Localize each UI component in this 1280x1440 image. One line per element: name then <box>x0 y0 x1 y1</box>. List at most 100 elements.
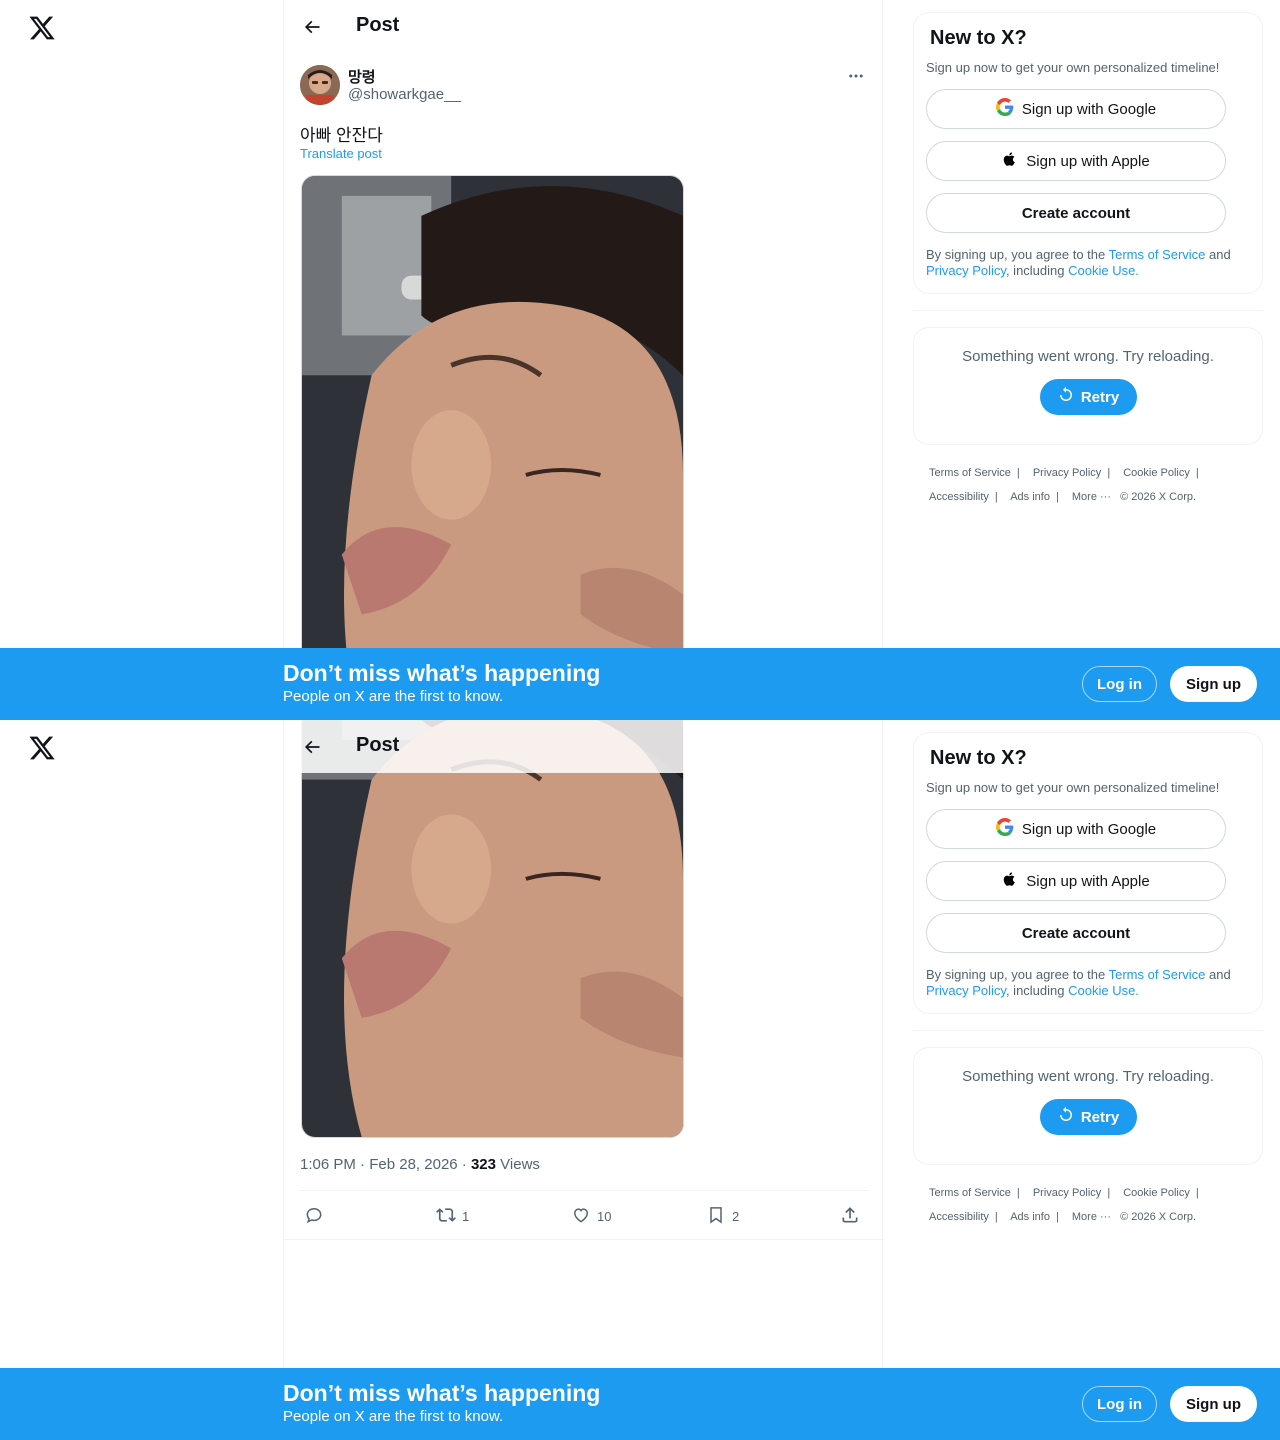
footer-privacy-link[interactable]: Privacy Policy <box>1033 467 1101 479</box>
repost-button[interactable]: 1 <box>436 1204 469 1228</box>
signup-apple-button[interactable]: Sign up with Apple <box>926 141 1226 181</box>
legal-including: , including <box>1005 983 1069 998</box>
page-title: Post <box>356 734 400 756</box>
reply-icon <box>304 1205 324 1228</box>
post-text: 아빠 안잔다 <box>300 126 383 145</box>
share-icon <box>840 1205 860 1228</box>
x-logo-icon[interactable] <box>28 734 56 762</box>
cookie-link[interactable]: Cookie Use. <box>1068 983 1139 998</box>
repost-icon <box>436 1205 456 1228</box>
post-column: Post 1:06 PM · Feb 28, 2026 · 323 Views … <box>283 720 884 1440</box>
cookie-link[interactable]: Cookie Use. <box>1068 263 1139 278</box>
post-bottom-divider <box>284 1239 884 1240</box>
create-account-button[interactable]: Create account <box>926 913 1226 953</box>
footer-privacy-link[interactable]: Privacy Policy <box>1033 1187 1101 1199</box>
bookmark-button[interactable]: 2 <box>706 1204 739 1228</box>
footer-cookie-link[interactable]: Cookie Policy <box>1123 1187 1190 1199</box>
legal-and: and <box>1205 967 1231 982</box>
signup-google-label: Sign up with Google <box>1021 100 1157 118</box>
signup-apple-label: Sign up with Apple <box>1026 872 1150 890</box>
bookmark-count: 2 <box>732 1208 740 1224</box>
bookmark-icon <box>706 1205 726 1228</box>
bottom-banner: Don’t miss what’s happening People on X … <box>0 648 1280 720</box>
apple-icon <box>1002 150 1018 172</box>
heart-icon <box>571 1205 591 1228</box>
error-message: Something went wrong. Try reloading. <box>962 1068 1214 1085</box>
login-button[interactable]: Log in <box>1082 1386 1157 1422</box>
signup-card: New to X? Sign up now to get your own pe… <box>913 732 1263 1014</box>
footer-accessibility-link[interactable]: Accessibility <box>929 491 989 503</box>
legal-prefix: By signing up, you agree to the <box>926 967 1109 982</box>
signup-card-title: New to X? <box>930 27 1027 49</box>
post-media-image[interactable] <box>301 720 684 1138</box>
translate-post-link[interactable]: Translate post <box>300 146 382 161</box>
banner-title: Don’t miss what’s happening <box>283 660 601 686</box>
views-count: 323 <box>470 1156 496 1173</box>
signup-google-button[interactable]: Sign up with Google <box>926 809 1226 849</box>
footer-accessibility-link[interactable]: Accessibility <box>929 1211 989 1223</box>
privacy-link[interactable]: Privacy Policy <box>926 983 1006 998</box>
banner-title: Don’t miss what’s happening <box>283 1380 601 1406</box>
google-icon <box>995 818 1014 840</box>
banner-subtitle: People on X are the first to know. <box>283 688 504 705</box>
x-logo-icon[interactable] <box>28 14 56 42</box>
footer-terms-link[interactable]: Terms of Service <box>929 467 1011 479</box>
author-handle[interactable]: @showarkgae__ <box>348 86 461 103</box>
create-account-button[interactable]: Create account <box>926 193 1226 233</box>
back-arrow-icon[interactable] <box>300 735 324 759</box>
retry-label: Retry <box>1080 1108 1120 1126</box>
retry-button[interactable]: Retry <box>1039 1099 1137 1135</box>
more-options-icon[interactable] <box>844 64 868 88</box>
footer-more-link[interactable]: More ··· <box>1072 1211 1111 1223</box>
like-button[interactable]: 10 <box>571 1204 611 1228</box>
signup-legal-text: By signing up, you agree to the Terms of… <box>926 247 1250 279</box>
signup-card-subtitle: Sign up now to get your own personalized… <box>926 780 1220 795</box>
signup-card: New to X? Sign up now to get your own pe… <box>913 12 1263 294</box>
post-date[interactable]: Feb 28, 2026 <box>369 1156 457 1173</box>
back-arrow-icon[interactable] <box>300 15 324 39</box>
terms-link[interactable]: Terms of Service <box>1109 967 1206 982</box>
banner-subtitle: People on X are the first to know. <box>283 1408 504 1425</box>
sidebar-footer: Terms of Service | Privacy Policy | Cookie… <box>929 467 1199 503</box>
post-timestamp: 1:06 PM · Feb 28, 2026 · 323 Views <box>300 1156 540 1173</box>
separator-dot: · <box>461 1156 467 1173</box>
post-author: 망령 @showarkgae__ <box>300 64 868 108</box>
retry-label: Retry <box>1080 388 1120 406</box>
views-label: Views <box>500 1156 540 1173</box>
signup-button[interactable]: Sign up <box>1170 666 1257 702</box>
refresh-icon <box>1057 1106 1075 1128</box>
post-time[interactable]: 1:06 PM <box>300 1156 356 1173</box>
viewport-scrolled: Post 1:06 PM · Feb 28, 2026 · 323 Views … <box>0 720 1280 1440</box>
signup-apple-button[interactable]: Sign up with Apple <box>926 861 1226 901</box>
stats-divider <box>300 1190 868 1191</box>
legal-prefix: By signing up, you agree to the <box>926 247 1109 262</box>
footer-ads-link[interactable]: Ads info <box>1010 491 1050 503</box>
author-name[interactable]: 망령 <box>348 66 376 87</box>
repost-count: 1 <box>462 1208 470 1224</box>
bottom-banner: Don’t miss what’s happening People on X … <box>0 1368 1280 1440</box>
legal-including: , including <box>1005 263 1069 278</box>
terms-link[interactable]: Terms of Service <box>1109 247 1206 262</box>
apple-icon <box>1002 870 1018 892</box>
sidebar-footer: Terms of Service | Privacy Policy | Cookie… <box>929 1187 1199 1223</box>
refresh-icon <box>1057 386 1075 408</box>
footer-copyright: © 2026 X Corp. <box>1120 1211 1197 1223</box>
avatar[interactable] <box>300 65 340 105</box>
signup-google-button[interactable]: Sign up with Google <box>926 89 1226 129</box>
share-button[interactable] <box>840 1204 860 1228</box>
right-sidebar: New to X? Sign up now to get your own pe… <box>913 732 1263 1229</box>
separator-dot: · <box>360 1156 366 1173</box>
privacy-link[interactable]: Privacy Policy <box>926 263 1006 278</box>
reply-button[interactable] <box>304 1204 330 1228</box>
footer-ads-link[interactable]: Ads info <box>1010 1211 1050 1223</box>
footer-cookie-link[interactable]: Cookie Policy <box>1123 467 1190 479</box>
login-button[interactable]: Log in <box>1082 666 1157 702</box>
signup-button[interactable]: Sign up <box>1170 1386 1257 1422</box>
footer-terms-link[interactable]: Terms of Service <box>929 1187 1011 1199</box>
signup-apple-label: Sign up with Apple <box>1026 152 1150 170</box>
footer-more-link[interactable]: More ··· <box>1072 491 1111 503</box>
legal-and: and <box>1205 247 1231 262</box>
post-media-image[interactable] <box>301 175 684 720</box>
retry-button[interactable]: Retry <box>1039 379 1137 415</box>
viewport-top: Post 망령 @showarkgae__ 아빠 안잔다 Translate p… <box>0 0 1280 720</box>
